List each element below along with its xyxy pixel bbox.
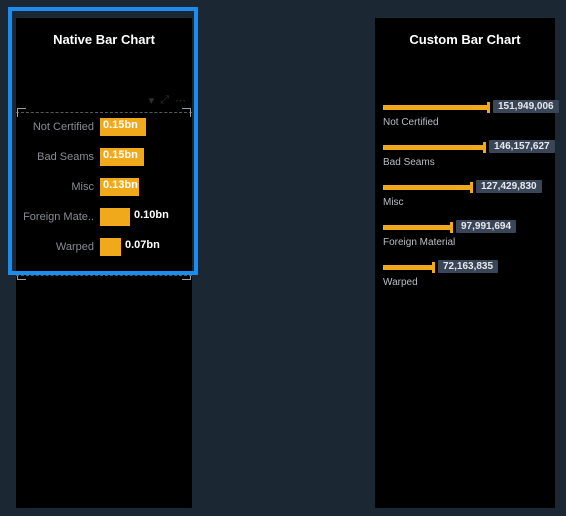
custom-bar-line: 151,949,006 (383, 100, 547, 114)
custom-category-label: Bad Seams (383, 154, 547, 168)
filter-icon[interactable]: ▾ (149, 94, 155, 107)
canvas: Native Bar Chart ▾ ⤢ ⋯ Not Certified0.15… (0, 0, 566, 516)
custom-bar-line: 127,429,830 (383, 180, 547, 194)
custom-bar-line: 146,157,627 (383, 140, 547, 154)
custom-bar-line: 72,163,835 (383, 260, 547, 274)
native-bar-row: Foreign Mate.. 0.10bn (16, 202, 192, 232)
resize-handle-br[interactable] (182, 271, 191, 280)
native-category-label: Not Certified (16, 121, 100, 133)
native-bar[interactable] (100, 238, 121, 256)
native-title: Native Bar Chart (16, 18, 192, 47)
native-bar-row: Not Certified0.15bn (16, 112, 192, 142)
native-category-label: Warped (16, 241, 100, 253)
native-bar-row: Warped 0.07bn (16, 232, 192, 262)
resize-handle-tl[interactable] (17, 108, 26, 117)
custom-bar-row: 127,429,830Misc (383, 180, 547, 208)
custom-category-label: Not Certified (383, 114, 547, 128)
focus-mode-icon[interactable]: ⤢ (160, 94, 169, 107)
custom-bar-cap (487, 102, 490, 113)
custom-bar-row: 72,163,835Warped (383, 260, 547, 288)
native-value-label: 0.13bn (103, 179, 138, 191)
native-bar-wrap: 0.13bn (100, 176, 192, 198)
native-value-label: 0.15bn (103, 149, 138, 161)
custom-bar-cap (450, 222, 453, 233)
custom-bar[interactable] (383, 185, 470, 190)
custom-title: Custom Bar Chart (375, 18, 555, 47)
native-chart-area: Not Certified0.15bnBad Seams0.15bnMisc0.… (16, 112, 192, 276)
custom-bar-chart-panel[interactable]: Custom Bar Chart 151,949,006Not Certifie… (375, 18, 555, 508)
visual-header-toolbar[interactable]: ▾ ⤢ ⋯ (149, 94, 186, 107)
native-bar-wrap: 0.15bn (100, 116, 192, 138)
custom-value-label: 72,163,835 (438, 260, 498, 273)
custom-bar-cap (483, 142, 486, 153)
native-value-label: 0.15bn (103, 119, 138, 131)
native-bar-wrap: 0.15bn (100, 146, 192, 168)
custom-bar-row: 151,949,006Not Certified (383, 100, 547, 128)
custom-value-label: 127,429,830 (476, 180, 542, 193)
custom-bar[interactable] (383, 105, 487, 110)
more-options-icon[interactable]: ⋯ (175, 94, 186, 107)
custom-bar-row: 146,157,627Bad Seams (383, 140, 547, 168)
native-category-label: Bad Seams (16, 151, 100, 163)
custom-bar-row: 97,991,694Foreign Material (383, 220, 547, 248)
native-bar-row: Misc0.13bn (16, 172, 192, 202)
native-bar[interactable] (100, 208, 130, 226)
custom-value-label: 97,991,694 (456, 220, 516, 233)
custom-category-label: Warped (383, 274, 547, 288)
native-bar-row: Bad Seams0.15bn (16, 142, 192, 172)
custom-bar-cap (470, 182, 473, 193)
custom-bar[interactable] (383, 145, 483, 150)
native-value-label: 0.07bn (125, 239, 160, 251)
custom-bar[interactable] (383, 225, 450, 230)
native-bar-chart-panel[interactable]: Native Bar Chart ▾ ⤢ ⋯ Not Certified0.15… (16, 18, 192, 508)
native-bar-wrap: 0.10bn (100, 206, 192, 228)
custom-bar[interactable] (383, 265, 432, 270)
native-value-label: 0.10bn (134, 209, 169, 221)
custom-category-label: Misc (383, 194, 547, 208)
custom-bar-line: 97,991,694 (383, 220, 547, 234)
custom-bar-cap (432, 262, 435, 273)
custom-category-label: Foreign Material (383, 234, 547, 248)
custom-chart-area: 151,949,006Not Certified 146,157,627Bad S… (375, 100, 555, 300)
resize-handle-bl[interactable] (17, 271, 26, 280)
native-category-label: Foreign Mate.. (16, 211, 100, 223)
custom-value-label: 151,949,006 (493, 100, 559, 113)
native-bar-wrap: 0.07bn (100, 236, 192, 258)
native-category-label: Misc (16, 181, 100, 193)
custom-value-label: 146,157,627 (489, 140, 555, 153)
